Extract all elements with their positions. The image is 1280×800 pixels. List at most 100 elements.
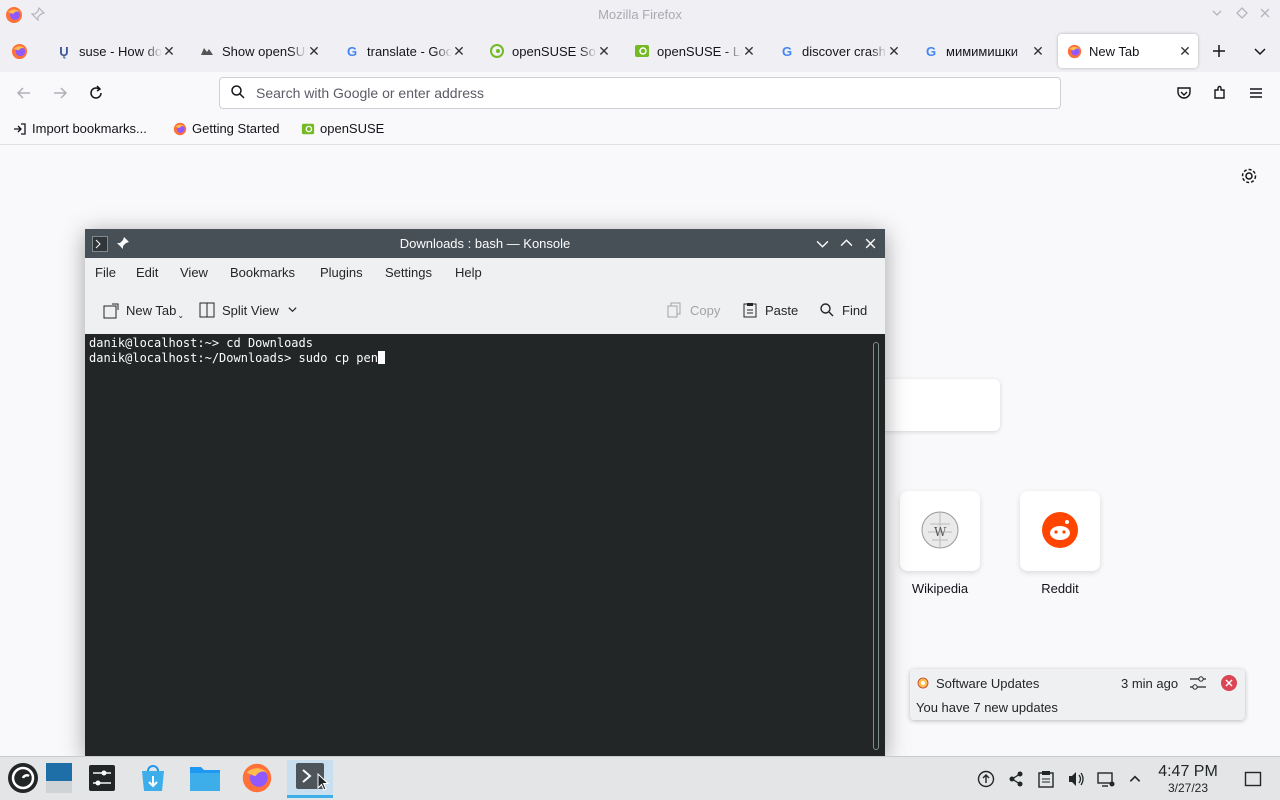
copy-icon [666,301,684,319]
notification-settings-icon[interactable] [1189,674,1207,695]
opensuse-icon [300,121,315,136]
tab-close-icon[interactable]: ✕ [307,43,321,60]
tab-close-icon[interactable]: ✕ [1178,43,1192,60]
new-tab-button[interactable]: New Tab ⌄ [102,301,184,320]
desktop-icon [44,761,74,798]
terminal-line: danik@localhost:~/Downloads> sudo cp pen [89,351,378,365]
tab-opensuse-linux[interactable]: openSUSE - Linux ✕ [626,34,762,68]
notification-time: 3 min ago [1121,676,1179,691]
window-title: Mozilla Firefox [598,7,682,22]
address-bar[interactable]: Search with Google or enter address [219,77,1061,109]
taskbar-firefox[interactable] [234,760,280,798]
bookmarks-toolbar: Import bookmarks... Getting Started open… [0,114,1280,145]
terminal-area[interactable]: danik@localhost:~> cd Downloads danik@lo… [85,334,885,756]
menu-hamburger-icon[interactable] [1244,82,1268,104]
new-tab-plus-icon[interactable] [1211,43,1227,62]
menu-plugins[interactable]: Plugins [320,265,363,280]
notification-body: You have 7 new updates [916,700,1058,715]
paste-button[interactable]: Paste [741,301,798,319]
close-icon[interactable] [1258,7,1272,21]
kde-connect-icon[interactable] [1007,770,1025,788]
new-tab-icon [102,302,120,320]
notification-app-name: Software Updates [936,676,1040,691]
notification-close-icon[interactable] [1221,675,1237,694]
tab-translate-google[interactable]: G translate - Google ✕ [336,34,472,68]
tab-discover-crash[interactable]: G discover crash ✕ [771,34,907,68]
taskbar-discover[interactable] [130,760,176,798]
stackoverflow-icon: Ų [59,43,69,59]
tab-close-icon[interactable]: ✕ [742,43,756,60]
tab-label: Show openSUSE [222,43,307,59]
bookmark-import[interactable]: Import bookmarks... [12,121,147,136]
shortcut-label: Reddit [1041,581,1079,596]
shortcut-wikipedia[interactable]: W [900,491,980,571]
list-all-tabs-icon[interactable] [1252,43,1268,62]
taskbar-desktop[interactable] [36,760,82,798]
pocket-icon[interactable] [1172,82,1196,104]
tab-close-icon[interactable]: ✕ [162,43,176,60]
tab-close-icon[interactable]: ✕ [452,43,466,60]
taskbar-system-settings[interactable] [79,760,125,798]
minimize-icon[interactable] [816,237,829,253]
tab-show-opensuse[interactable]: Show openSUSE ✕ [191,34,327,68]
split-view-icon [198,301,216,319]
tab-close-icon[interactable]: ✕ [1031,43,1045,60]
forward-arrow-icon[interactable] [48,82,72,104]
bookmark-getting-started[interactable]: Getting Started [172,121,279,136]
close-icon[interactable] [864,237,877,253]
terminal-scrollbar[interactable] [873,342,879,750]
menu-bookmarks[interactable]: Bookmarks [230,265,295,280]
digital-clock[interactable]: 4:47 PM 3/27/23 [1150,763,1226,795]
clock-time: 4:47 PM [1158,763,1218,780]
extensions-icon[interactable] [1208,82,1232,104]
opensuse-logo-icon [7,762,39,797]
volume-icon[interactable] [1067,770,1085,788]
konsole-menubar: File Edit View Bookmarks Plugins Setting… [85,258,885,288]
reload-icon[interactable] [84,82,108,104]
shortcut-reddit[interactable] [1020,491,1100,571]
maximize-icon[interactable] [1235,7,1249,21]
settings-gear-icon[interactable] [1240,167,1258,188]
menu-help[interactable]: Help [455,265,482,280]
tab-label: New Tab [1089,43,1140,59]
menu-file[interactable]: File [95,265,116,280]
split-view-button[interactable]: Split View [198,301,298,319]
konsole-window: Downloads : bash — Konsole File Edit Vie… [85,229,885,756]
taskbar-file-manager[interactable] [182,760,228,798]
copy-button[interactable]: Copy [666,301,720,319]
bookmark-opensuse[interactable]: openSUSE [300,121,384,136]
find-button[interactable]: Find [818,301,867,319]
clipboard-icon[interactable] [1037,770,1055,788]
tab-opensuse-software[interactable]: openSUSE Software ✕ [481,34,617,68]
update-notifier-icon[interactable] [977,770,995,788]
konsole-titlebar[interactable]: Downloads : bash — Konsole [85,229,885,258]
bookmark-label: Import bookmarks... [32,121,147,136]
paste-label: Paste [765,302,799,318]
svg-text:W: W [934,525,947,539]
firefox-view-icon[interactable] [11,43,28,63]
menu-view[interactable]: View [180,265,208,280]
tab-suse-how-do[interactable]: Ų suse - How do ✕ [48,34,182,68]
new-tab-label: New Tab [126,303,177,318]
find-label: Find [842,302,868,318]
network-icon[interactable] [1097,770,1115,788]
show-desktop-icon[interactable] [1244,770,1262,788]
tab-close-icon[interactable]: ✕ [887,43,901,60]
konsole-toolbar: New Tab ⌄ Split View Copy Paste Find [85,288,885,334]
menu-settings[interactable]: Settings [385,265,432,280]
paste-icon [741,301,759,319]
tab-label: discover crash [802,43,886,59]
shortcut-label: Wikipedia [911,581,969,596]
bookmark-label: openSUSE [320,121,385,136]
tab-close-icon[interactable]: ✕ [597,43,611,60]
tab-mimimishki[interactable]: G мимимишки ✕ [915,34,1051,68]
notification-popup[interactable]: Software Updates 3 min ago You have 7 ne… [910,669,1245,720]
terminal-line: danik@localhost:~> cd Downloads [89,336,313,350]
menu-edit[interactable]: Edit [136,265,158,280]
maximize-icon[interactable] [840,237,853,253]
back-arrow-icon[interactable] [12,82,36,104]
chevron-up-icon[interactable] [1126,770,1144,788]
minimize-icon[interactable] [1210,7,1224,21]
tab-label: мимимишки [946,43,1018,59]
tab-new-tab[interactable]: New Tab ✕ [1058,34,1198,68]
